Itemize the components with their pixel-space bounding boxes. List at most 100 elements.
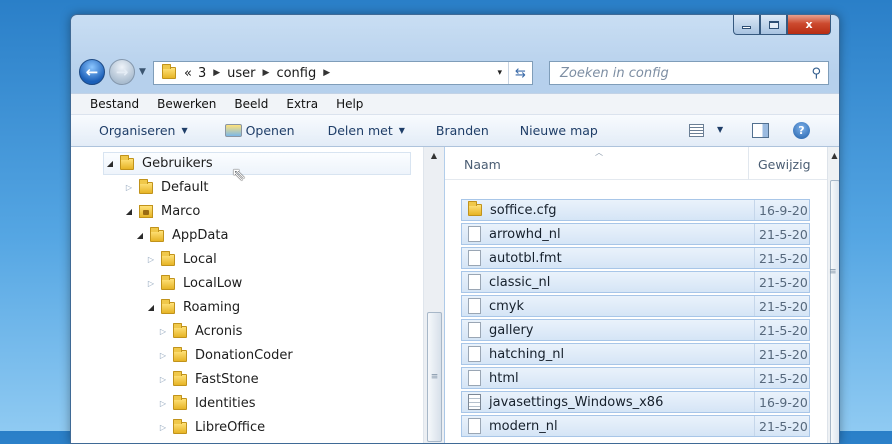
burn-button[interactable]: Branden (418, 123, 502, 138)
tree-item-label: Gebruikers (142, 156, 213, 171)
open-label: Openen (245, 123, 295, 138)
address-overflow[interactable]: « (184, 66, 192, 81)
share-label: Delen met (327, 123, 393, 138)
tree-item-appdata[interactable]: ◢ AppData (134, 224, 228, 247)
tree-item-marco[interactable]: ◢ Marco (123, 200, 200, 223)
scrollbar-thumb[interactable]: ≡ (427, 312, 442, 442)
file-row-cmyk[interactable]: cmyk 21-5-201 (461, 295, 810, 317)
address-bar[interactable]: « 3 ▶ user ▶ config ▶ ▾ ⇆ (153, 61, 533, 85)
chevron-right-icon[interactable]: ▶ (323, 68, 330, 78)
breadcrumb-config[interactable]: config (276, 66, 316, 81)
preview-pane-icon[interactable] (752, 123, 769, 138)
minimize-button[interactable] (733, 15, 760, 35)
search-box[interactable]: Zoeken in config ⚲ (549, 61, 829, 85)
tree-item-roaming[interactable]: ◢ Roaming (145, 296, 240, 319)
menu-help[interactable]: Help (327, 97, 372, 111)
new-folder-button[interactable]: Nieuwe map (502, 123, 611, 138)
tree-item-local[interactable]: ▷ Local (145, 248, 217, 271)
tree-item-locallow[interactable]: ▷ LocalLow (145, 272, 242, 295)
column-header-name[interactable]: Naam (464, 157, 501, 172)
file-row-javasettings[interactable]: javasettings_Windows_x86 16-9-201 (461, 391, 810, 413)
file-list: Naam ︿ Gewijzig soffice.cfg 16-9-201 arr… (445, 147, 839, 443)
file-row-arrowhd-nl[interactable]: arrowhd_nl 21-5-201 (461, 223, 810, 245)
forward-arrow-icon: → (115, 63, 129, 81)
collapsed-triangle-icon[interactable]: ▷ (157, 351, 169, 360)
file-list-scrollbar[interactable]: ▲ ≡ (827, 147, 839, 443)
expanded-triangle-icon[interactable]: ◢ (145, 303, 157, 312)
back-button[interactable]: ← (79, 59, 105, 85)
file-row-autotbl-fmt[interactable]: autotbl.fmt 21-5-201 (461, 247, 810, 269)
file-date: 16-9-201 (754, 200, 809, 220)
file-name: html (489, 370, 519, 386)
scroll-up-icon[interactable]: ▲ (424, 151, 444, 160)
collapsed-triangle-icon[interactable]: ▷ (123, 183, 135, 192)
navigation-pane-scrollbar[interactable]: ▲ ≡ (423, 147, 444, 443)
menu-bewerken[interactable]: Bewerken (148, 97, 225, 111)
scroll-up-icon[interactable]: ▲ (828, 151, 839, 160)
maximize-button[interactable] (760, 15, 787, 35)
column-header-date[interactable]: Gewijzig (758, 157, 811, 172)
tree-item-label: DonationCoder (195, 348, 293, 363)
back-arrow-icon: ← (85, 63, 99, 81)
collapsed-triangle-icon[interactable]: ▷ (145, 279, 157, 288)
collapsed-triangle-icon[interactable]: ▷ (157, 375, 169, 384)
column-divider[interactable] (748, 147, 749, 180)
command-bar: Organiseren ▼ Openen Delen met ▼ Branden N… (71, 115, 839, 147)
file-row-gallery[interactable]: gallery 21-5-201 (461, 319, 810, 341)
file-row-classic-nl[interactable]: classic_nl 21-5-201 (461, 271, 810, 293)
tree-item-identities[interactable]: ▷ Identities (157, 392, 256, 415)
organize-button[interactable]: Organiseren ▼ (71, 123, 201, 138)
chevron-right-icon[interactable]: ▶ (213, 68, 220, 78)
file-row-modern-nl[interactable]: modern_nl 21-5-201 (461, 415, 810, 437)
address-dropdown-icon[interactable]: ▾ (491, 68, 508, 78)
menu-bestand[interactable]: Bestand (71, 97, 148, 111)
refresh-icon: ⇆ (515, 65, 526, 81)
collapsed-triangle-icon[interactable]: ▷ (145, 255, 157, 264)
maximize-icon (768, 20, 779, 29)
folder-icon (150, 226, 164, 242)
tree-item-gebruikers[interactable]: ◢ Gebruikers (103, 152, 411, 175)
file-icon (468, 370, 481, 386)
expanded-triangle-icon[interactable]: ◢ (123, 207, 135, 216)
tree-item-label: Default (161, 180, 209, 195)
tree-item-label: FastStone (195, 372, 259, 387)
menu-beeld[interactable]: Beeld (225, 97, 277, 111)
chevron-right-icon[interactable]: ▶ (263, 68, 270, 78)
expanded-triangle-icon[interactable]: ◢ (134, 231, 146, 240)
change-view-icon[interactable] (689, 124, 704, 137)
tree-item-faststone[interactable]: ▷ FastStone (157, 368, 259, 391)
breadcrumb-user[interactable]: user (227, 66, 255, 81)
refresh-button[interactable]: ⇆ (508, 62, 532, 84)
chevron-down-icon: ▼ (398, 126, 405, 135)
tree-item-donationcoder[interactable]: ▷ DonationCoder (157, 344, 293, 367)
file-icon (468, 226, 481, 242)
file-name: modern_nl (489, 418, 558, 434)
file-row-soffice-cfg[interactable]: soffice.cfg 16-9-201 (461, 199, 810, 221)
view-options-chevron-icon[interactable]: ▼ (717, 125, 723, 134)
tree-item-label: AppData (172, 228, 229, 243)
scrollbar-thumb[interactable] (830, 180, 839, 443)
menu-extra[interactable]: Extra (277, 97, 327, 111)
search-placeholder[interactable]: Zoeken in config (560, 66, 669, 81)
collapsed-triangle-icon[interactable]: ▷ (157, 327, 169, 336)
recent-pages-dropdown[interactable]: ▼ (139, 67, 146, 77)
forward-button[interactable]: → (109, 59, 135, 85)
tree-item-libreoffice[interactable]: ▷ LibreOffice (157, 416, 265, 439)
help-icon[interactable]: ? (793, 122, 810, 139)
tree-item-label: Marco (161, 204, 201, 219)
file-row-html[interactable]: html 21-5-201 (461, 367, 810, 389)
close-button[interactable]: x (787, 15, 831, 35)
tree-item-acronis[interactable]: ▷ Acronis (157, 320, 242, 343)
column-headers: Naam ︿ Gewijzig (445, 147, 827, 180)
collapsed-triangle-icon[interactable]: ▷ (157, 399, 169, 408)
tree-item-label: LibreOffice (195, 420, 266, 435)
open-button[interactable]: Openen (201, 123, 308, 138)
breadcrumb-3[interactable]: 3 (198, 66, 206, 81)
expanded-triangle-icon[interactable]: ◢ (104, 159, 116, 168)
file-row-hatching-nl[interactable]: hatching_nl 21-5-201 (461, 343, 810, 365)
tree-item-default[interactable]: ▷ Default (123, 176, 209, 199)
tree-item-label: Acronis (195, 324, 243, 339)
share-button[interactable]: Delen met ▼ (308, 123, 418, 138)
search-icon[interactable]: ⚲ (811, 66, 821, 81)
menu-bar: Bestand Bewerken Beeld Extra Help (71, 93, 839, 115)
